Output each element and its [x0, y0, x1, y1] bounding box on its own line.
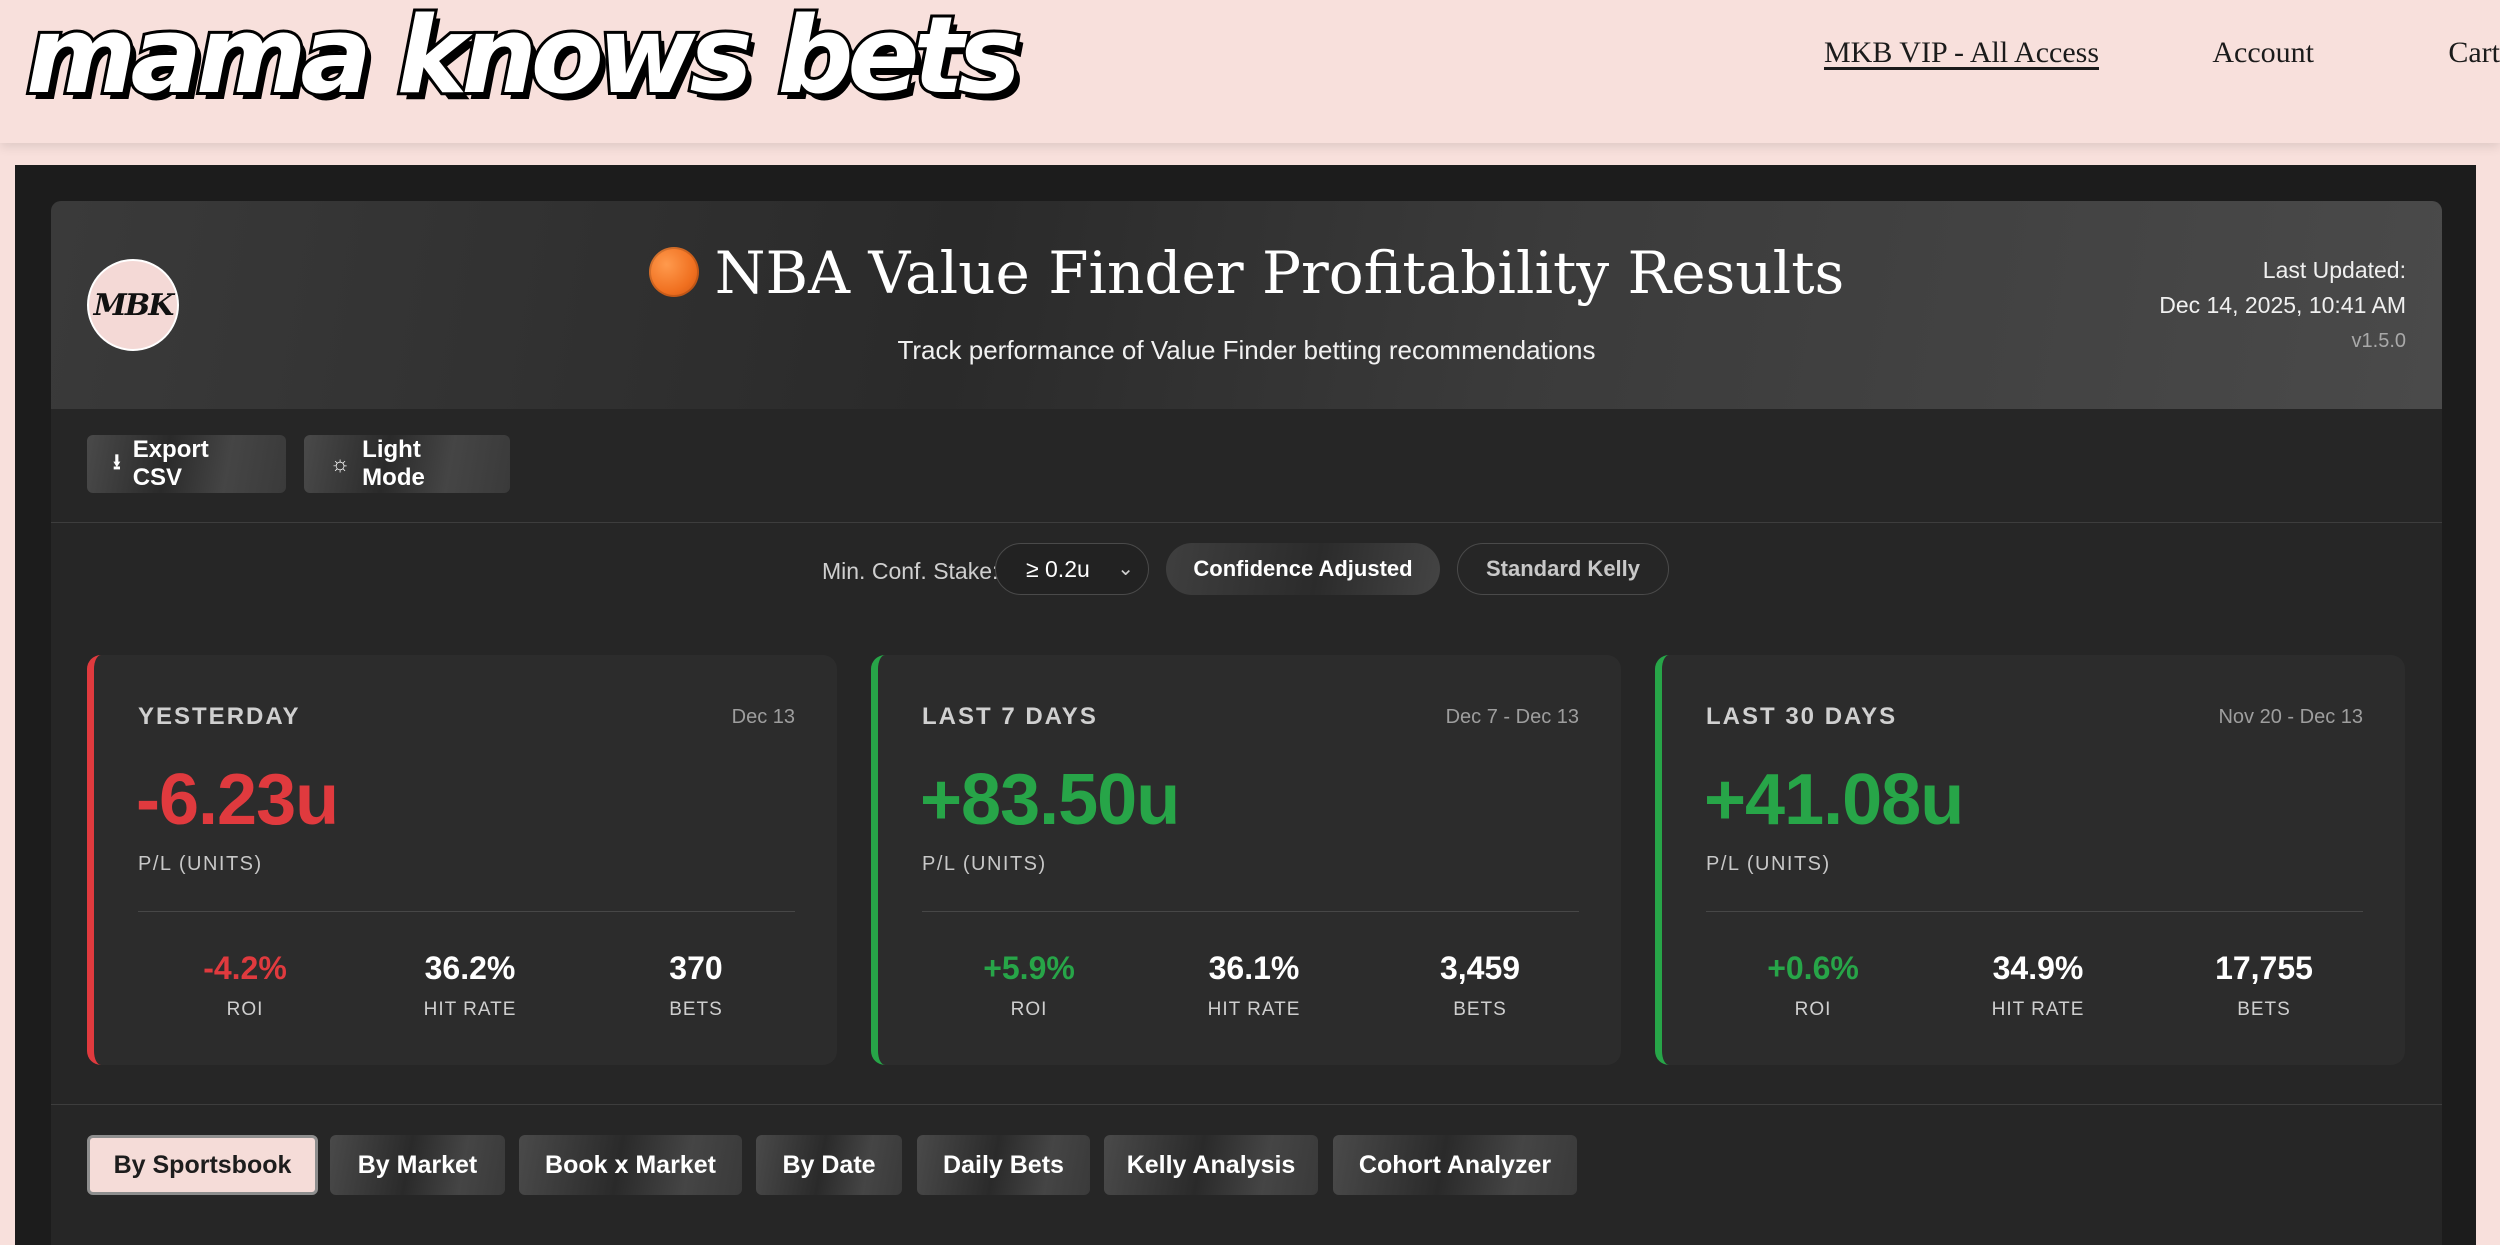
card-hit-rate: 34.9% HIT RATE: [1938, 950, 2138, 1021]
card-period: LAST 30 DAYS: [1706, 703, 1898, 730]
roi-value: +5.9%: [983, 950, 1075, 986]
divider: [51, 1104, 2442, 1105]
roi-value: +0.6%: [1767, 950, 1859, 986]
bets-label: BETS: [1453, 999, 1507, 1020]
bets-value: 3,459: [1439, 950, 1521, 986]
app-container: MBK NBA Value Finder Profitability Resul…: [15, 165, 2476, 1245]
card-period: LAST 7 DAYS: [922, 703, 1098, 730]
hit-rate-label: HIT RATE: [423, 999, 517, 1020]
card-date-range: Nov 20 - Dec 13: [2218, 706, 2363, 728]
card-pl-label: P/L (UNITS): [1706, 853, 1831, 875]
export-csv-label: Export CSV: [132, 436, 209, 491]
results-panel: MBK NBA Value Finder Profitability Resul…: [51, 201, 2442, 1245]
tab-kelly-analysis[interactable]: Kelly Analysis: [1104, 1135, 1318, 1195]
bets-value: 17,755: [2215, 950, 2313, 986]
hit-rate-value: 34.9%: [1992, 950, 2084, 986]
last-updated-value: Dec 14, 2025, 10:41 AM: [2159, 292, 2406, 318]
card-bets: 17,755 BETS: [2164, 950, 2364, 1021]
min-stake-label: Min. Conf. Stake:: [822, 558, 999, 584]
version-label: v1.5.0: [2351, 330, 2406, 352]
hit-rate-label: HIT RATE: [1207, 999, 1301, 1020]
page-subtitle: Track performance of Value Finder bettin…: [897, 335, 1596, 365]
roi-label: ROI: [1794, 999, 1832, 1020]
site-logo-wordmark[interactable]: mama knows bets: [23, 0, 1024, 120]
tab-by-market[interactable]: By Market: [330, 1135, 505, 1195]
roi-label: ROI: [1010, 999, 1048, 1020]
roi-label: ROI: [226, 999, 264, 1020]
divider: [51, 522, 2442, 523]
hit-rate-value: 36.1%: [1208, 950, 1300, 986]
light-mode-button[interactable]: ☼ Light Mode: [304, 435, 510, 493]
tab-cohort-analyzer[interactable]: Cohort Analyzer: [1333, 1135, 1577, 1195]
page-title: NBA Value Finder Profitability Results: [51, 239, 2442, 307]
tab-book-x-market[interactable]: Book x Market: [519, 1135, 742, 1195]
min-stake-select[interactable]: ≥ 0.2u ⌄: [995, 543, 1149, 595]
site-header: mama knows bets MKB VIP - All Access Acc…: [0, 0, 2500, 143]
last-updated-block: Last Updated: Dec 14, 2025, 10:41 AM v1.…: [2159, 253, 2406, 353]
page-title-text: NBA Value Finder Profitability Results: [714, 239, 1845, 307]
hit-rate-value: 36.2%: [424, 950, 516, 986]
tab-by-sportsbook[interactable]: By Sportsbook: [87, 1135, 318, 1195]
summary-card-last-30-days: LAST 30 DAYS Nov 20 - Dec 13 +41.08u P/L…: [1655, 655, 2405, 1065]
bets-value: 370: [669, 950, 723, 986]
card-bets: 3,459 BETS: [1380, 950, 1580, 1021]
card-bets: 370 BETS: [596, 950, 796, 1021]
card-pl-value: +41.08u: [1704, 760, 1964, 840]
summary-card-last-7-days: LAST 7 DAYS Dec 7 - Dec 13 +83.50u P/L (…: [871, 655, 1621, 1065]
light-mode-label: Light Mode: [362, 436, 425, 491]
card-hit-rate: 36.2% HIT RATE: [370, 950, 570, 1021]
card-divider: [1706, 911, 2363, 912]
card-pl-value: -6.23u: [136, 760, 339, 840]
bets-label: BETS: [2237, 999, 2291, 1020]
card-divider: [138, 911, 795, 912]
hero-header: MBK NBA Value Finder Profitability Resul…: [51, 201, 2442, 409]
card-date-range: Dec 7 - Dec 13: [1445, 706, 1579, 728]
export-csv-button[interactable]: ⭳ Export CSV: [87, 435, 286, 493]
tab-daily-bets[interactable]: Daily Bets: [917, 1135, 1090, 1195]
bets-label: BETS: [669, 999, 723, 1020]
card-divider: [922, 911, 1579, 912]
card-pl-value: +83.50u: [920, 760, 1180, 840]
sun-icon: ☼: [330, 451, 351, 476]
card-roi: +5.9% ROI: [929, 950, 1129, 1021]
hit-rate-label: HIT RATE: [1991, 999, 2085, 1020]
basketball-icon: [648, 246, 699, 297]
summary-card-yesterday: YESTERDAY Dec 13 -6.23u P/L (UNITS) -4.2…: [87, 655, 837, 1065]
card-hit-rate: 36.1% HIT RATE: [1154, 950, 1354, 1021]
roi-value: -4.2%: [203, 950, 287, 986]
card-roi: -4.2% ROI: [145, 950, 345, 1021]
card-date-range: Dec 13: [731, 706, 795, 728]
card-roi: +0.6% ROI: [1713, 950, 1913, 1021]
confidence-adjusted-toggle[interactable]: Confidence Adjusted: [1166, 543, 1440, 595]
min-stake-value: ≥ 0.2u: [1026, 555, 1090, 582]
card-pl-label: P/L (UNITS): [922, 853, 1047, 875]
last-updated-label: Last Updated:: [2262, 257, 2406, 283]
card-pl-label: P/L (UNITS): [138, 853, 263, 875]
standard-kelly-toggle[interactable]: Standard Kelly: [1457, 543, 1669, 595]
card-period: YESTERDAY: [138, 703, 301, 730]
tab-by-date[interactable]: By Date: [756, 1135, 902, 1195]
filter-bar: Min. Conf. Stake: ≥ 0.2u ⌄ Confidence Ad…: [51, 543, 2442, 599]
download-icon: ⭳: [113, 449, 121, 474]
nav-link-account[interactable]: Account: [2212, 36, 2314, 70]
nav-link-cart[interactable]: Cart: [2448, 36, 2500, 70]
chevron-down-icon: ⌄: [1117, 558, 1134, 580]
nav-link-vip[interactable]: MKB VIP - All Access: [1824, 36, 2099, 70]
